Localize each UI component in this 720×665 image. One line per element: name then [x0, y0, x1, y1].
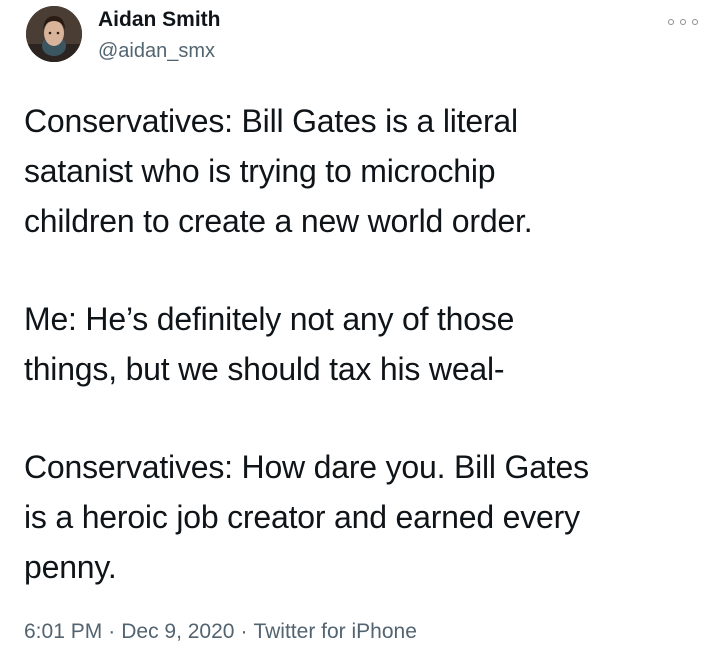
tweet-time[interactable]: 6:01 PM [24, 620, 102, 643]
author-name[interactable]: Aidan Smith [98, 8, 221, 32]
avatar-photo [26, 6, 82, 62]
more-options-icon [668, 19, 674, 25]
tweet-text: Conservatives: Bill Gates is a literal s… [24, 96, 704, 592]
tweet-paragraph: Conservatives: How dare you. Bill Gates … [24, 442, 704, 592]
tweet-line: things, but we should tax his weal- [24, 351, 505, 387]
tweet-line: is a heroic job creator and earned every [24, 499, 580, 535]
author-handle[interactable]: @aidan_smx [98, 40, 215, 63]
tweet-paragraph: Conservatives: Bill Gates is a literal s… [24, 96, 704, 246]
tweet-card: Aidan Smith @aidan_smx Conservatives: Bi… [0, 0, 720, 665]
tweet-line: Me: He’s definitely not any of those [24, 301, 515, 337]
meta-separator: · [240, 620, 248, 643]
meta-separator: · [108, 620, 116, 643]
tweet-source[interactable]: Twitter for iPhone [253, 620, 416, 643]
tweet-paragraph: Me: He’s definitely not any of those thi… [24, 294, 704, 394]
tweet-line: penny. [24, 549, 117, 585]
tweet-line: Conservatives: Bill Gates is a literal [24, 103, 518, 139]
tweet-line: Conservatives: How dare you. Bill Gates [24, 449, 589, 485]
tweet-line: children to create a new world order. [24, 203, 533, 239]
tweet-metadata: 6:01 PM · Dec 9, 2020 · Twitter for iPhone [24, 620, 417, 644]
more-options-button[interactable] [668, 14, 698, 30]
tweet-line: satanist who is trying to microchip [24, 153, 496, 189]
more-options-icon [692, 19, 698, 25]
avatar[interactable] [26, 6, 82, 62]
tweet-date[interactable]: Dec 9, 2020 [121, 620, 234, 643]
more-options-icon [680, 19, 686, 25]
